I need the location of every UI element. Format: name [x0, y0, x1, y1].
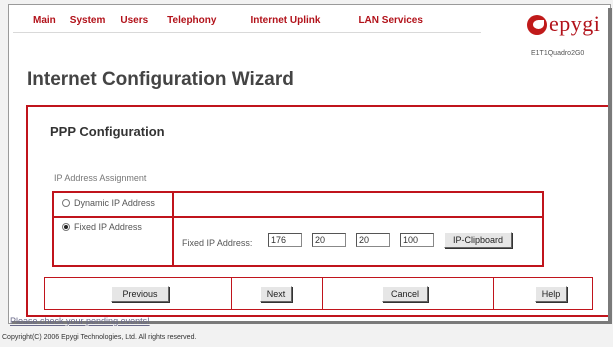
help-button[interactable]: Help: [535, 286, 567, 302]
fixed-ip-row: Fixed IP Address Fixed IP Address: IP-Cl…: [52, 216, 544, 267]
previous-button[interactable]: Previous: [111, 286, 169, 302]
top-navigation: Main System Users Telephony Internet Upl…: [9, 13, 423, 29]
nav-cell-previous: Previous: [45, 278, 232, 309]
wizard-navigation: Previous Next Cancel Help: [44, 277, 593, 310]
fixed-ip-address-label: Fixed IP Address:: [182, 238, 253, 248]
ppp-configuration-panel: PPP Configuration IP Address Assignment …: [26, 105, 612, 317]
nav-divider: [13, 32, 481, 33]
ip-assignment-table: Dynamic IP Address Fixed IP Address Fixe…: [52, 191, 544, 267]
epygi-logo: epygi: [527, 11, 609, 45]
nav-telephony[interactable]: Telephony: [167, 13, 216, 29]
column-divider: [172, 193, 174, 216]
main-frame: Main System Users Telephony Internet Upl…: [8, 4, 612, 324]
ip-octet-1[interactable]: [268, 233, 302, 247]
frame-shadow-right: [608, 8, 612, 324]
nav-cell-next: Next: [232, 278, 323, 309]
pending-events-link[interactable]: Please check your pending events!: [10, 316, 150, 326]
logo-text: epygi: [549, 11, 601, 36]
next-button[interactable]: Next: [260, 286, 292, 302]
fixed-ip-label: Fixed IP Address: [74, 222, 142, 232]
logo-mark-icon: [527, 15, 547, 35]
copyright-text: Copyright(C) 2006 Epygi Technologies, Lt…: [2, 334, 197, 341]
nav-system[interactable]: System: [70, 13, 106, 29]
dynamic-ip-radio[interactable]: [62, 199, 70, 207]
ip-octet-2[interactable]: [312, 233, 346, 247]
dynamic-ip-row: Dynamic IP Address: [52, 191, 544, 218]
cancel-button[interactable]: Cancel: [382, 286, 428, 302]
ip-octet-3[interactable]: [356, 233, 390, 247]
nav-lan-services[interactable]: LAN Services: [358, 13, 422, 29]
nav-users[interactable]: Users: [120, 13, 148, 29]
ip-octet-4[interactable]: [400, 233, 434, 247]
fixed-ip-radio[interactable]: [62, 223, 70, 231]
nav-main[interactable]: Main: [33, 13, 56, 29]
nav-internet-uplink[interactable]: Internet Uplink: [250, 13, 320, 29]
page-title: Internet Configuration Wizard: [27, 69, 294, 90]
nav-cell-help: Help: [494, 278, 592, 309]
model-name: E1T1Quadro2G0: [531, 50, 585, 57]
ip-clipboard-button[interactable]: IP-Clipboard: [444, 232, 512, 248]
panel-title: PPP Configuration: [50, 124, 165, 139]
column-divider: [172, 218, 174, 265]
section-label: IP Address Assignment: [54, 173, 147, 183]
nav-cell-cancel: Cancel: [323, 278, 494, 309]
dynamic-ip-label: Dynamic IP Address: [74, 198, 155, 208]
